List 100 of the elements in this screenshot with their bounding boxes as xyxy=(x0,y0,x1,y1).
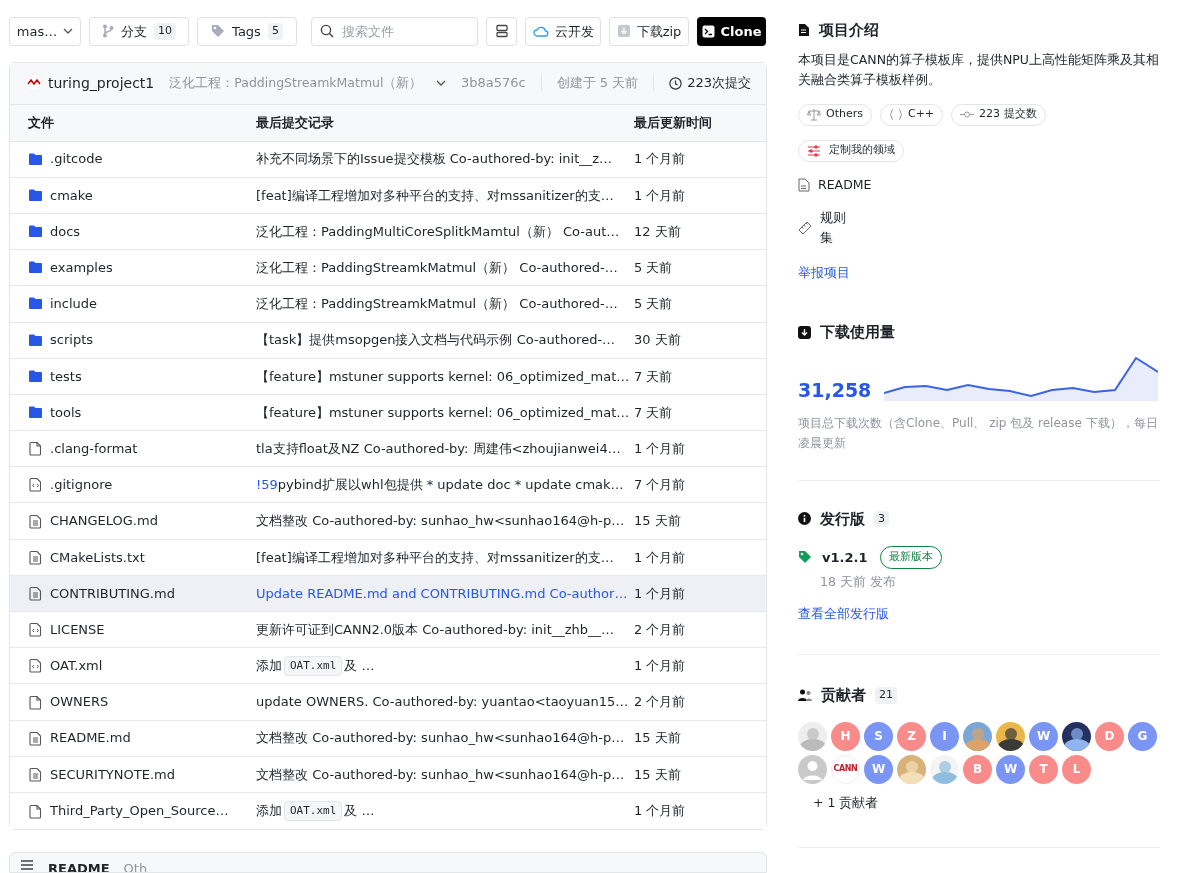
download-note: 项目总下载次数（含Clone、Pull、 zip 包及 release 下载），每日凌晨更新 xyxy=(798,414,1159,452)
release-version[interactable]: v1.2.1 xyxy=(822,547,868,567)
file-name[interactable]: cmake xyxy=(50,185,93,206)
download-zip-button[interactable]: 下载zip xyxy=(609,17,689,46)
commit-message: 更新许可证到CANN2.0版本 Co-authored-by: init__zhb__… xyxy=(256,620,615,639)
file-name[interactable]: CMakeLists.txt xyxy=(50,547,145,567)
folder-icon xyxy=(28,151,43,167)
commit-author[interactable]: turing_project1 xyxy=(48,72,155,94)
commit-message: update OWNERS. Co-authored-by: yuantao<taoyuan15… xyxy=(256,693,629,712)
code-file-icon xyxy=(28,658,43,674)
file-name[interactable]: OAT.xml xyxy=(50,656,103,676)
column-header: 最后更新时间 xyxy=(634,113,712,132)
file-name[interactable]: scripts xyxy=(50,330,93,350)
report-link[interactable]: 举报项目 xyxy=(798,264,850,283)
file-icon xyxy=(28,694,43,710)
commit-message: [feat]编译工程增加对多种平台的支持、对mssanitizer的支… xyxy=(256,548,614,567)
release-date: 18 天前 发布 xyxy=(820,572,897,591)
update-time: 1 个月前 xyxy=(634,657,687,676)
scale-icon xyxy=(807,108,821,121)
commit-message: 【task】提供msopgen接入文档与代码示例 Co-authored-… xyxy=(256,331,616,350)
project-description: 本项目是CANN的算子模板库，提供NPU上高性能矩阵乘及其相关融合类算子模板样例。 xyxy=(798,50,1160,89)
layout-icon xyxy=(494,24,509,39)
braces-icon xyxy=(888,108,903,121)
chevron-down-icon xyxy=(436,80,447,87)
tags-button[interactable]: Tags 5 xyxy=(197,17,297,46)
created-time: 创建于 5 天前 xyxy=(556,74,639,93)
commit-message: 泛化工程：PaddingStreamkMatmul（新） Co-authored-… xyxy=(256,259,618,277)
avatar[interactable]: CANN xyxy=(831,754,860,784)
file-name[interactable]: .gitignore xyxy=(50,475,113,495)
file-icon xyxy=(28,803,43,819)
commit-message: 【feature】mstuner supports kernel: 06_optimized_mat… xyxy=(256,367,630,386)
logo-icon xyxy=(25,74,43,93)
commit-message: 补充不同场景下的Issue提交模板 Co-authored-by: init__z… xyxy=(256,150,613,169)
people-icon xyxy=(798,689,812,702)
update-time: 1 个月前 xyxy=(634,150,687,169)
cloud-dev-button[interactable]: 云开发 xyxy=(525,17,601,46)
branch-select[interactable]: mas… xyxy=(9,17,81,46)
document-icon xyxy=(28,766,43,782)
file-name[interactable]: Third_Party_Open_Source… xyxy=(50,801,229,821)
section-title: 发行版 xyxy=(820,508,865,530)
file-name[interactable]: CONTRIBUTING.md xyxy=(50,583,175,604)
ruler-icon xyxy=(798,221,812,236)
more-contributors-link[interactable]: + 1 贡献者 xyxy=(813,793,1160,813)
update-time: 30 天前 xyxy=(634,331,682,350)
update-time: 5 天前 xyxy=(634,295,674,314)
file-name[interactable]: .clang-format xyxy=(50,438,138,459)
download-total: 31,258 xyxy=(798,378,873,403)
code-file-icon xyxy=(28,622,43,638)
file-name[interactable]: tests xyxy=(50,366,82,387)
download-icon xyxy=(616,24,631,39)
commit-message: 及 … xyxy=(344,657,375,676)
file-name[interactable]: examples xyxy=(50,258,113,278)
folder-icon xyxy=(28,260,43,276)
commit-link[interactable]: Update README.md and CONTRIBUTING.md Co-author… xyxy=(256,583,628,604)
commit-message: 添加 xyxy=(256,802,282,821)
branches-button[interactable]: 分支 10 xyxy=(89,17,189,46)
file-name[interactable]: tools xyxy=(50,402,82,423)
folder-icon xyxy=(28,224,43,240)
update-time: 12 天前 xyxy=(634,222,682,241)
file-name[interactable]: CHANGELOG.md xyxy=(50,511,158,531)
code-file-icon xyxy=(28,477,43,493)
file-name[interactable]: LICENSE xyxy=(50,619,105,640)
clock-icon xyxy=(669,76,683,90)
file-name[interactable]: docs xyxy=(50,221,81,242)
all-releases-link[interactable]: 查看全部发行版 xyxy=(798,605,889,624)
commit-count[interactable]: 223次提交 xyxy=(687,73,751,93)
download-icon xyxy=(798,325,811,339)
layout-button[interactable] xyxy=(486,17,517,46)
terminal-icon xyxy=(701,24,715,38)
count-badge: 3 xyxy=(874,510,889,527)
update-time: 2 个月前 xyxy=(634,620,687,639)
update-time: 1 个月前 xyxy=(634,548,687,567)
folder-icon xyxy=(28,187,43,203)
document-icon xyxy=(28,730,43,746)
update-time: 15 天前 xyxy=(634,765,682,784)
search-field[interactable]: 搜索文件 xyxy=(311,17,478,46)
chevron-down-icon xyxy=(63,28,74,35)
file-name[interactable]: OWNERS xyxy=(50,692,109,712)
update-time: 7 天前 xyxy=(634,403,674,422)
file-name[interactable]: README.md xyxy=(50,728,131,748)
rules-link[interactable]: 规则集 xyxy=(798,208,1160,249)
file-name[interactable]: SECURITYNOTE.md xyxy=(50,764,175,785)
clone-button[interactable]: Clone xyxy=(697,17,766,46)
update-time: 1 个月前 xyxy=(634,439,687,458)
readme-link[interactable]: README xyxy=(798,175,1160,195)
document-icon xyxy=(28,513,43,529)
file-name[interactable]: include xyxy=(50,294,98,314)
commit-icon xyxy=(960,108,975,121)
folder-icon xyxy=(28,405,43,420)
file-name[interactable]: .gitcode xyxy=(50,149,103,169)
section-title: 贡献者 xyxy=(821,685,866,706)
commit-link[interactable]: !59 xyxy=(256,475,278,495)
tag-icon xyxy=(211,24,226,39)
search-icon xyxy=(320,24,334,38)
update-time: 1 个月前 xyxy=(634,802,687,821)
code-snippet: OAT.xml xyxy=(284,800,343,822)
file-row[interactable]: CONTRIBUTING.md Update README.md and CONTRIBUTING.md Co-author… 1 个月前 xyxy=(10,575,766,613)
column-header: 文件 xyxy=(28,113,54,132)
avatar[interactable] xyxy=(798,754,827,784)
document-icon xyxy=(798,23,810,38)
